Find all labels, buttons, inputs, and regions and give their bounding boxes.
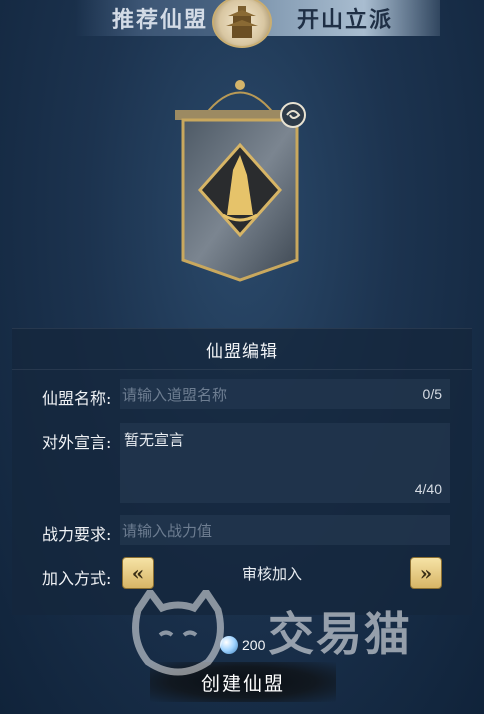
declaration-text: 暂无宣言 xyxy=(124,431,185,449)
join-method-value: 审核加入 xyxy=(241,565,302,583)
cost-amount: 200 xyxy=(242,637,266,653)
power-requirement-label: 战力要求: xyxy=(42,525,112,544)
spirit-stone-icon xyxy=(220,636,238,654)
creation-cost: 200 xyxy=(220,636,265,654)
panel-title: 仙盟编辑 xyxy=(206,342,278,362)
create-alliance-button[interactable]: 创建仙盟 xyxy=(150,662,336,702)
power-requirement-placeholder: 请输入战力值 xyxy=(122,522,213,540)
power-requirement-input[interactable]: 请输入战力值 xyxy=(120,515,450,545)
create-alliance-label: 创建仙盟 xyxy=(200,672,285,695)
join-method-next-button[interactable]: » xyxy=(410,557,442,589)
tab-found-sect[interactable]: 开山立派 xyxy=(250,0,440,36)
tab-found-sect-label: 开山立派 xyxy=(296,7,393,33)
alliance-name-label: 仙盟名称: xyxy=(42,389,112,408)
declaration-counter: 4/40 xyxy=(414,481,442,497)
alliance-edit-panel: 仙盟编辑 仙盟名称: 请输入道盟名称 0/5 对外宣言: 暂无宣言 4/40 战… xyxy=(12,328,472,615)
top-tab-bar: 推荐仙盟 开山立派 xyxy=(0,0,484,48)
declaration-input[interactable]: 暂无宣言 4/40 xyxy=(120,423,450,503)
alliance-name-placeholder: 请输入道盟名称 xyxy=(122,386,228,404)
alliance-name-input[interactable]: 请输入道盟名称 0/5 xyxy=(120,379,450,409)
alliance-name-counter: 0/5 xyxy=(422,386,442,402)
divider xyxy=(12,369,472,370)
double-chevron-right-icon: » xyxy=(419,561,433,585)
declaration-label: 对外宣言: xyxy=(42,433,112,452)
pagoda-emblem-icon xyxy=(212,0,272,48)
alliance-banner-emblem[interactable] xyxy=(165,75,315,285)
tab-recommended-alliance-label: 推荐仙盟 xyxy=(111,7,208,33)
